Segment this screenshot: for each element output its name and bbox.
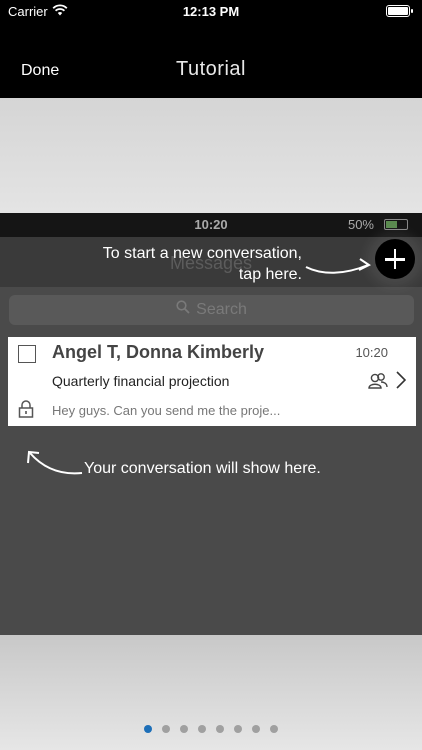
group-icon [368,372,388,395]
conversation-preview: Hey guys. Can you send me the proje... [52,403,281,418]
new-conversation-button[interactable] [375,239,415,279]
search-bar[interactable]: Search [9,295,414,325]
page-indicator [0,720,422,738]
search-icon [176,295,190,325]
new-conversation-hint-line2: tap here. [238,266,302,283]
conversation-subject: Quarterly financial projection [52,373,230,389]
page-dot[interactable] [198,725,206,733]
arrow-up-left-icon [27,450,83,475]
page-title: Tutorial [176,58,246,80]
battery-icon [386,5,413,17]
tutorial-background-bottom [0,635,422,750]
tutorial-background-top [0,98,422,213]
status-bar: Carrier 12:13 PM [0,0,422,24]
page-dot[interactable] [270,725,278,733]
tutorial-battery-percent: 50% [347,217,374,232]
conversation-item[interactable]: Angel T, Donna Kimberly 10:20 Quarterly … [8,337,416,426]
search-placeholder: Search [196,301,247,319]
page-dot[interactable] [144,725,152,733]
conversation-participants: Angel T, Donna Kimberly [52,342,265,362]
conversation-time: 10:20 [355,345,388,360]
tutorial-status-bar: 10:20 50% [0,213,422,237]
chevron-right-icon [396,371,407,394]
status-time: 12:13 PM [182,4,240,19]
page-dot[interactable] [216,725,224,733]
page-dot[interactable] [180,725,188,733]
navigation-bar: Done Tutorial [0,24,422,98]
page-dot[interactable] [162,725,170,733]
arrow-right-icon [305,258,371,274]
page-dot[interactable] [252,725,260,733]
conversation-hint: Your conversation will show here. [84,460,321,477]
lock-icon [18,400,34,423]
page-dot[interactable] [234,725,242,733]
select-checkbox[interactable] [18,345,36,363]
new-conversation-hint: To start a new conversation, tap here. [103,243,302,285]
tutorial-battery-icon [384,219,408,230]
new-conversation-hint-line1: To start a new conversation, [102,245,302,262]
tutorial-screen: 10:20 50% Messages To start a new conver… [0,213,422,635]
